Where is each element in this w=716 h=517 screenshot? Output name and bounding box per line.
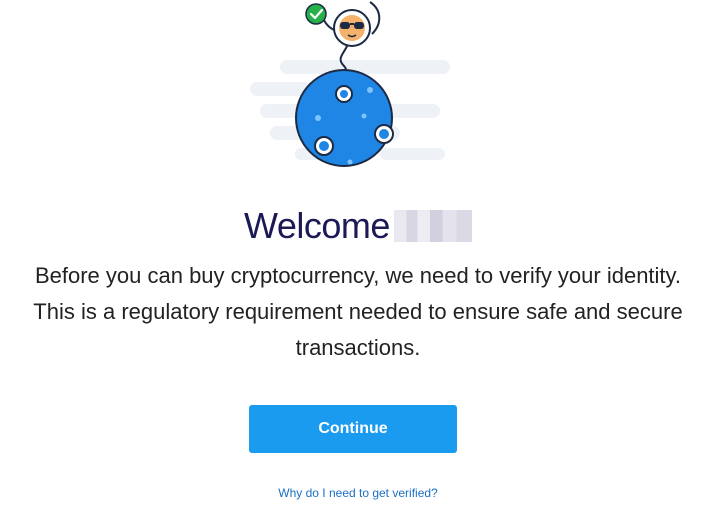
welcome-heading: Welcome <box>0 203 716 249</box>
description-line-2: This is a regulatory requirement needed … <box>33 299 683 324</box>
verification-welcome-page: Welcome Before you can buy cryptocurrenc… <box>0 0 716 517</box>
redacted-username <box>393 210 472 242</box>
check-badge-icon <box>305 3 327 25</box>
continue-button[interactable]: Continue <box>249 405 457 453</box>
description-line-1: Before you can buy cryptocurrency, we ne… <box>34 263 682 288</box>
description-line-3: transactions. <box>295 335 421 360</box>
astronaut-icon <box>321 1 381 47</box>
why-verify-link[interactable]: Why do I need to get verified? <box>0 486 716 500</box>
astronaut-on-planet-illustration <box>250 1 450 167</box>
welcome-title: Welcome <box>244 205 390 246</box>
planet-icon <box>295 69 394 167</box>
verification-description: Before you can buy cryptocurrency, we ne… <box>0 258 716 366</box>
